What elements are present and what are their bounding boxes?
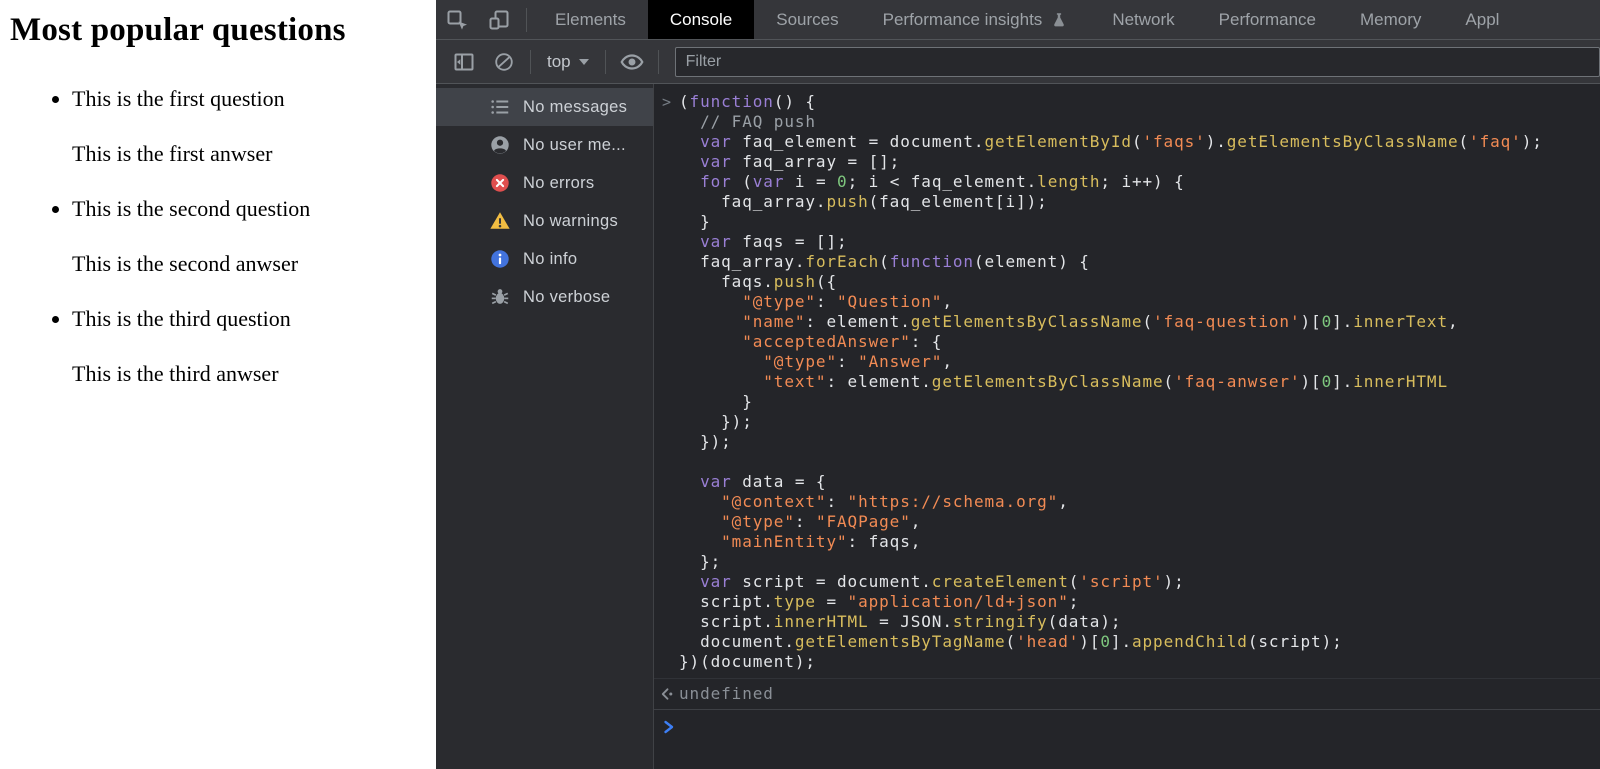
sidebar-item-verbose[interactable]: No verbose [436,278,653,316]
tab-performance-insights[interactable]: Performance insights [861,0,1091,39]
console-content: No messages No user me... [436,84,1600,769]
console-command-echo: > (function() { // FAQ push var faq_elem… [654,84,1600,679]
filter-input[interactable] [675,47,1600,77]
tab-console[interactable]: Console [648,0,754,39]
tab-sources[interactable]: Sources [754,0,860,39]
live-expression-button[interactable] [612,49,652,75]
tab-memory[interactable]: Memory [1338,0,1443,39]
eye-icon [619,49,645,75]
clear-console-icon [493,51,515,73]
faq-answer: This is the first anwser [72,140,436,168]
faq-answer: This is the third anwser [72,360,436,388]
execution-context-selector[interactable]: top [537,52,599,72]
console-result-row: undefined [654,679,1600,710]
device-toolbar-button[interactable] [478,0,520,39]
console-code: (function() { // FAQ push var faq_elemen… [679,92,1600,672]
flask-icon [1050,11,1068,29]
devtools-tabbar: Elements Console Sources Performance ins… [436,0,1600,40]
console-sidebar: No messages No user me... [436,84,654,769]
prompt-chevron-icon [661,719,677,735]
clear-console-button[interactable] [484,51,524,73]
command-echo-chevron-icon: > [662,92,672,112]
inspect-cursor-icon [445,8,469,32]
device-toolbar-icon [487,8,511,32]
faq-question: This is the second question [72,195,436,223]
toolbar-divider [530,50,531,74]
chevron-down-icon [579,59,589,65]
error-icon [489,172,511,194]
faq-item: This is the first question This is the f… [72,85,436,168]
sidebar-item-errors[interactable]: No errors [436,164,653,202]
faq-answer: This is the second anwser [72,250,436,278]
console-toolbar: top [436,40,1600,84]
sidebar-item-user-messages[interactable]: No user me... [436,126,653,164]
page-title: Most popular questions [10,12,436,49]
tab-network[interactable]: Network [1090,0,1196,39]
toolbar-divider [658,50,659,74]
return-value-arrow-icon [659,686,676,703]
inspect-element-button[interactable] [436,0,478,39]
tab-performance[interactable]: Performance [1197,0,1338,39]
result-value: undefined [679,684,774,704]
toolbar-divider [526,8,527,32]
info-icon [489,248,511,270]
toolbar-divider [605,50,606,74]
faq-list: This is the first question This is the f… [0,85,436,388]
verbose-bug-icon [489,286,511,308]
messages-icon [489,96,511,118]
faq-question: This is the first question [72,85,436,113]
faq-question: This is the third question [72,305,436,333]
user-icon [489,134,511,156]
web-page: Most popular questions This is the first… [0,0,436,769]
tab-application[interactable]: Appl [1443,0,1521,39]
sidebar-item-warnings[interactable]: No warnings [436,202,653,240]
console-messages-pane[interactable]: > (function() { // FAQ push var faq_elem… [654,84,1600,769]
toggle-sidebar-button[interactable] [444,50,484,74]
tab-elements[interactable]: Elements [533,0,648,39]
sidebar-item-info[interactable]: No info [436,240,653,278]
warning-icon [489,210,511,232]
console-prompt[interactable] [654,710,1600,750]
faq-item: This is the second question This is the … [72,195,436,278]
devtools-panel: Elements Console Sources Performance ins… [436,0,1600,769]
faq-item: This is the third question This is the t… [72,305,436,388]
sidebar-item-messages[interactable]: No messages [436,88,653,126]
dock-sidebar-icon [452,50,476,74]
